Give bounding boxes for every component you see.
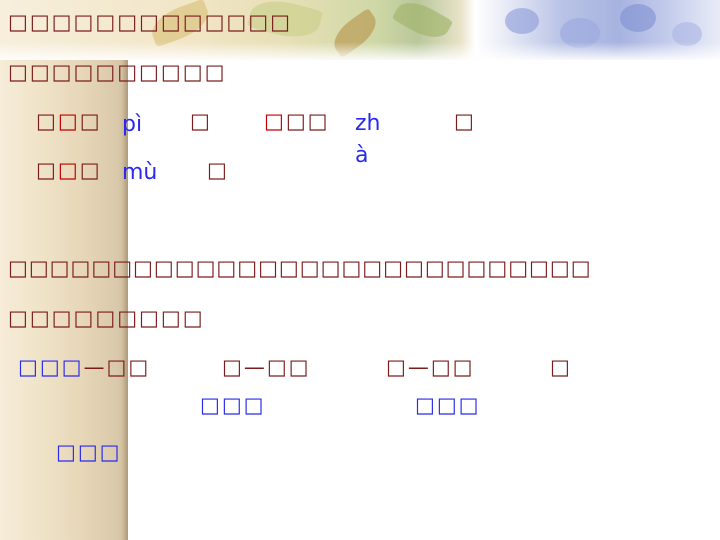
- char-item-1-close: □: [190, 109, 212, 133]
- word-group-2-dash: —: [243, 355, 267, 379]
- word-group-3-dash: —: [407, 355, 431, 379]
- char-item-3: □□□: [36, 160, 102, 181]
- leaf-decor: [327, 8, 383, 58]
- char-item-2: □□□: [264, 111, 330, 132]
- word-group-3-tail: □□: [430, 355, 475, 379]
- pinyin-2-line-1: zh: [355, 111, 381, 136]
- char-item-3-post: □: [79, 158, 102, 182]
- char-item-2-rest: □□: [285, 109, 330, 133]
- char-item-1-mid: □: [57, 109, 80, 133]
- petal-decor: [672, 22, 702, 46]
- word-group-1-dash: —: [83, 355, 107, 379]
- word-bottom: □□□: [56, 440, 122, 464]
- char-item-1-post: □: [79, 109, 102, 133]
- petal-decor: [560, 18, 600, 48]
- paragraph-line-2: □□□□□□□□□: [8, 306, 205, 330]
- char-item-1: □□□: [36, 111, 102, 132]
- pinyin-3: mù: [122, 160, 158, 185]
- word-end: □: [550, 355, 572, 379]
- header-line-2: □□□□□□□□□□: [8, 60, 227, 84]
- petal-decor: [505, 8, 539, 34]
- paragraph-line-1: □□□□□□□□□□□□□□□□□□□□□□□□□□□□: [8, 256, 592, 280]
- word-group-2-tail: □□: [266, 355, 311, 379]
- pinyin-2-line-2: à: [355, 143, 369, 168]
- word-group-1: □□□—□□: [18, 357, 150, 378]
- char-item-2-pre: □: [264, 109, 286, 133]
- slide: □□□□□□□□□□□□□ □□□□□□□□□□ □□□ pì □ □□□ zh…: [0, 0, 720, 540]
- word-group-2: □—□□: [222, 357, 311, 378]
- char-item-2-close: □: [454, 109, 476, 133]
- word-group-3: □—□□: [386, 357, 475, 378]
- pinyin-1: pì: [122, 112, 143, 137]
- petal-decor: [620, 4, 656, 32]
- word-group-3-lead: □: [386, 355, 408, 379]
- leaf-decor: [391, 0, 454, 46]
- word-group-1-lead: □□□: [18, 355, 84, 379]
- word-group-3-below: □□□: [415, 393, 481, 417]
- word-group-1-tail: □□: [106, 355, 151, 379]
- word-group-2-below: □□□: [200, 393, 266, 417]
- char-item-3-close: □: [207, 158, 229, 182]
- char-item-3-pre: □: [36, 158, 58, 182]
- word-group-2-lead: □: [222, 355, 244, 379]
- char-item-3-mid: □: [57, 158, 80, 182]
- char-item-1-pre: □: [36, 109, 58, 133]
- header-line-1: □□□□□□□□□□□□□: [8, 10, 292, 34]
